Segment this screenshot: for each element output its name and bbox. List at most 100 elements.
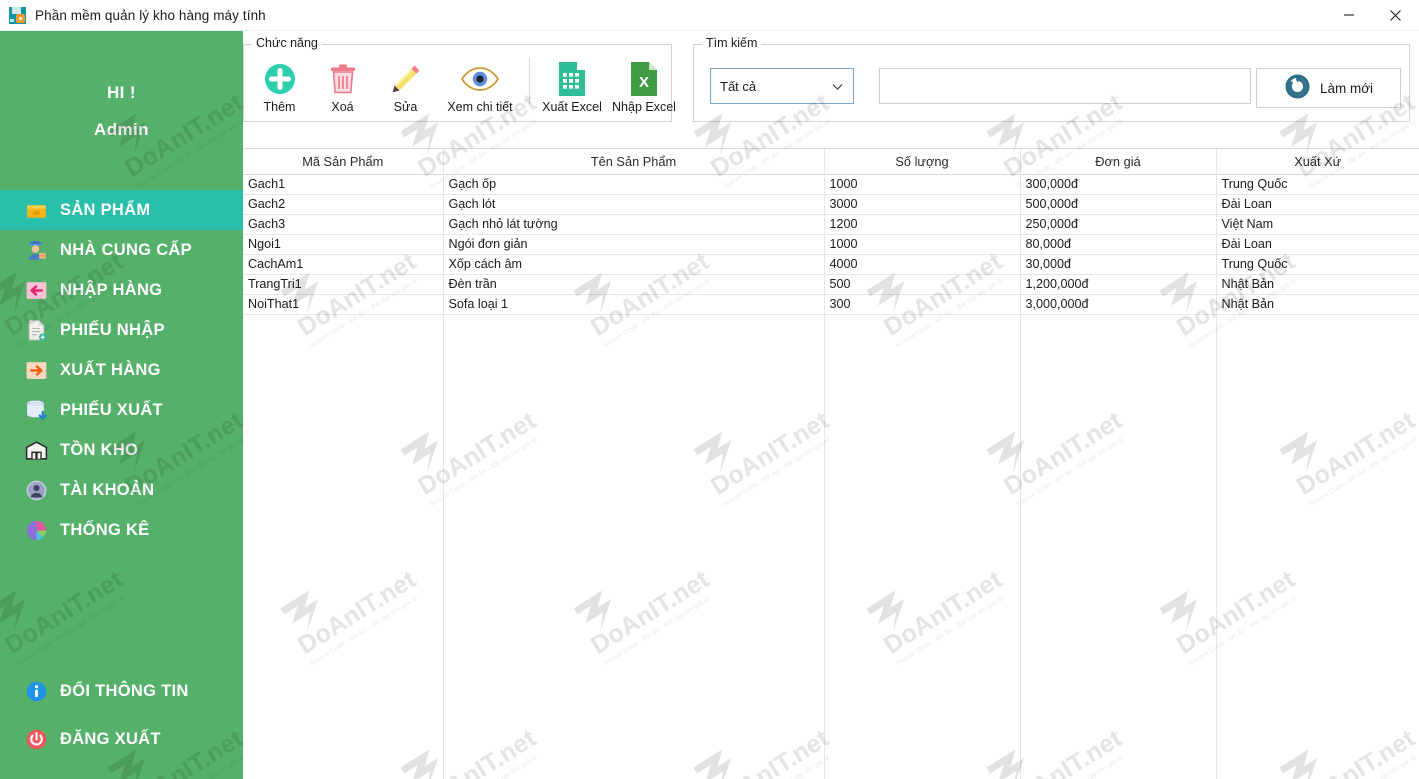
chevron-down-icon [832,79,843,94]
user-circle-icon [24,478,49,503]
product-table[interactable]: Mã Sản Phẩm Tên Sản Phẩm Số lượng Đơn gi… [243,148,1419,779]
search-input[interactable] [879,68,1251,104]
table-cell[interactable]: 3000 [824,194,1021,215]
sidebar-item-label: NHÀ CUNG CẤP [60,240,192,259]
sidebar-item-label: XUẤT HÀNG [60,360,161,379]
minimize-button[interactable] [1325,0,1372,31]
table-cell[interactable]: Gạch ốp [443,174,825,195]
table-cell[interactable]: 3,000,000đ [1020,294,1217,315]
column-header-so-luong[interactable]: Số lượng [824,149,1021,175]
refresh-button[interactable]: Làm mới [1256,68,1401,108]
table-cell[interactable]: 250,000đ [1020,214,1217,235]
column-header-ma-san-pham[interactable]: Mã Sản Phẩm [243,149,444,175]
sidebar-item-tai-khoan[interactable]: TÀI KHOẢN [0,470,243,510]
sidebar-item-label: THỐNG KÊ [60,520,150,539]
table-cell[interactable]: Ngoi1 [243,234,444,255]
table-cell[interactable]: 30,000đ [1020,254,1217,275]
sidebar-item-nhap-hang[interactable]: NHẬP HÀNG [0,270,243,310]
table-cell[interactable]: Gach3 [243,214,444,235]
table-cell[interactable]: Gach2 [243,194,444,215]
table-row[interactable]: Ngoi1 Ngói đơn giản 1000 80,000đ Đài Loan [243,234,1419,255]
title-bar: Phần mềm quản lý kho hàng máy tính [0,0,1419,31]
edit-button[interactable]: Sửa [374,51,437,114]
table-cell[interactable]: 1000 [824,174,1021,195]
table-cell[interactable]: TrangTri1 [243,274,444,295]
warehouse-icon [24,438,49,463]
table-row[interactable]: NoiThat1 Sofa loại 1 300 3,000,000đ Nhật Bản [243,294,1419,315]
sidebar-item-dang-xuat[interactable]: ĐĂNG XUẤT [0,715,243,763]
product-table-element: Mã Sản Phẩm Tên Sản Phẩm Số lượng Đơn gi… [243,149,1419,315]
export-excel-button-label: Xuất Excel [542,100,602,114]
functions-group-title: Chức năng [252,36,322,50]
add-button-label: Thêm [263,100,296,114]
functions-groupbox: Chức năng Thêm Xoá Sửa Xem chi tiết Xuất… [243,36,676,122]
table-cell[interactable]: 300 [824,294,1021,315]
filter-dropdown-value: Tất cả [720,78,757,94]
table-cell[interactable]: Gạch lót [443,194,825,215]
table-row[interactable]: CachAm1 Xốp cách âm 4000 30,000đ Trung Quốc [243,254,1419,275]
table-cell[interactable]: 80,000đ [1020,234,1217,255]
table-cell[interactable]: 500 [824,274,1021,295]
table-cell[interactable]: Ngói đơn giản [443,234,825,255]
table-cell[interactable]: Đài Loan [1216,194,1419,215]
application-window: Phần mềm quản lý kho hàng máy tính HI ! … [0,0,1419,779]
delete-button-label: Xoá [331,100,354,114]
database-down-icon [24,398,49,423]
table-cell[interactable]: 300,000đ [1020,174,1217,195]
table-row[interactable]: Gach2 Gạch lót 3000 500,000đ Đài Loan [243,194,1419,215]
table-cell[interactable]: Nhật Bản [1216,294,1419,315]
refresh-button-label: Làm mới [1319,80,1374,96]
sidebar-item-thong-ke[interactable]: THỐNG KÊ [0,510,243,550]
table-cell[interactable]: Sofa loại 1 [443,294,825,315]
table-cell[interactable]: Đèn trần [443,274,825,295]
add-button[interactable]: Thêm [248,51,311,114]
table-cell[interactable]: 1000 [824,234,1021,255]
sidebar-item-doi-thong-tin[interactable]: ĐỔI THÔNG TIN [0,667,243,715]
search-groupbox: Tìm kiếm Tất cả Làm mới [693,36,1410,122]
close-button[interactable] [1372,0,1419,31]
sidebar-item-nha-cung-cap[interactable]: NHÀ CUNG CẤP [0,230,243,270]
table-cell[interactable]: 1,200,000đ [1020,274,1217,295]
table-cell[interactable]: 1200 [824,214,1021,235]
sidebar-item-xuat-hang[interactable]: XUẤT HÀNG [0,350,243,390]
table-cell[interactable]: 4000 [824,254,1021,275]
export-excel-button[interactable]: Xuất Excel [536,51,608,114]
trash-icon [328,59,358,99]
table-cell[interactable]: Trung Quốc [1216,174,1419,195]
sidebar-item-label: ĐĂNG XUẤT [60,729,161,748]
sidebar-item-label: ĐỔI THÔNG TIN [60,681,189,700]
table-cell[interactable]: CachAm1 [243,254,444,275]
sidebar-item-ton-kho[interactable]: TỒN KHO [0,430,243,470]
eye-icon [460,59,500,99]
sidebar-item-phieu-nhap[interactable]: PHIẾU NHẬP [0,310,243,350]
sidebar-bottom-menu: ĐỔI THÔNG TIN ĐĂNG XUẤT [0,667,243,763]
sidebar-item-phieu-xuat[interactable]: PHIẾU XUẤT [0,390,243,430]
window-title: Phần mềm quản lý kho hàng máy tính [35,7,266,23]
view-detail-button[interactable]: Xem chi tiết [437,51,523,114]
table-cell[interactable]: Gach1 [243,174,444,195]
export-excel-icon [557,59,587,99]
table-row[interactable]: Gach3 Gạch nhỏ lát tường 1200 250,000đ Việt … [243,214,1419,235]
column-header-xuat-xu[interactable]: Xuất Xứ [1216,149,1419,175]
delete-button[interactable]: Xoá [311,51,374,114]
table-cell[interactable]: Đài Loan [1216,234,1419,255]
table-cell[interactable]: Trung Quốc [1216,254,1419,275]
table-header-row: Mã Sản Phẩm Tên Sản Phẩm Số lượng Đơn gi… [243,149,1419,175]
sidebar-item-san-pham[interactable]: SẢN PHẨM [0,190,243,230]
column-header-don-gia[interactable]: Đơn giá [1020,149,1217,175]
table-row[interactable]: TrangTri1 Đèn trần 500 1,200,000đ Nhật Bản [243,274,1419,295]
column-header-ten-san-pham[interactable]: Tên Sản Phẩm [443,149,825,175]
sidebar-item-label: NHẬP HÀNG [60,280,163,299]
table-cell[interactable]: Nhật Bản [1216,274,1419,295]
table-cell[interactable]: 500,000đ [1020,194,1217,215]
table-row[interactable]: Gach1 Gạch ốp 1000 300,000đ Trung Quốc [243,174,1419,195]
sidebar-item-label: PHIẾU XUẤT [60,400,163,419]
svg-text:X: X [639,74,649,91]
filter-dropdown[interactable]: Tất cả [710,68,854,104]
table-cell[interactable]: Xốp cách âm [443,254,825,275]
import-excel-button[interactable]: X Nhập Excel [608,51,680,114]
table-cell[interactable]: Gạch nhỏ lát tường [443,214,825,235]
username-text: Admin [94,120,149,139]
table-cell[interactable]: NoiThat1 [243,294,444,315]
table-cell[interactable]: Việt Nam [1216,214,1419,235]
